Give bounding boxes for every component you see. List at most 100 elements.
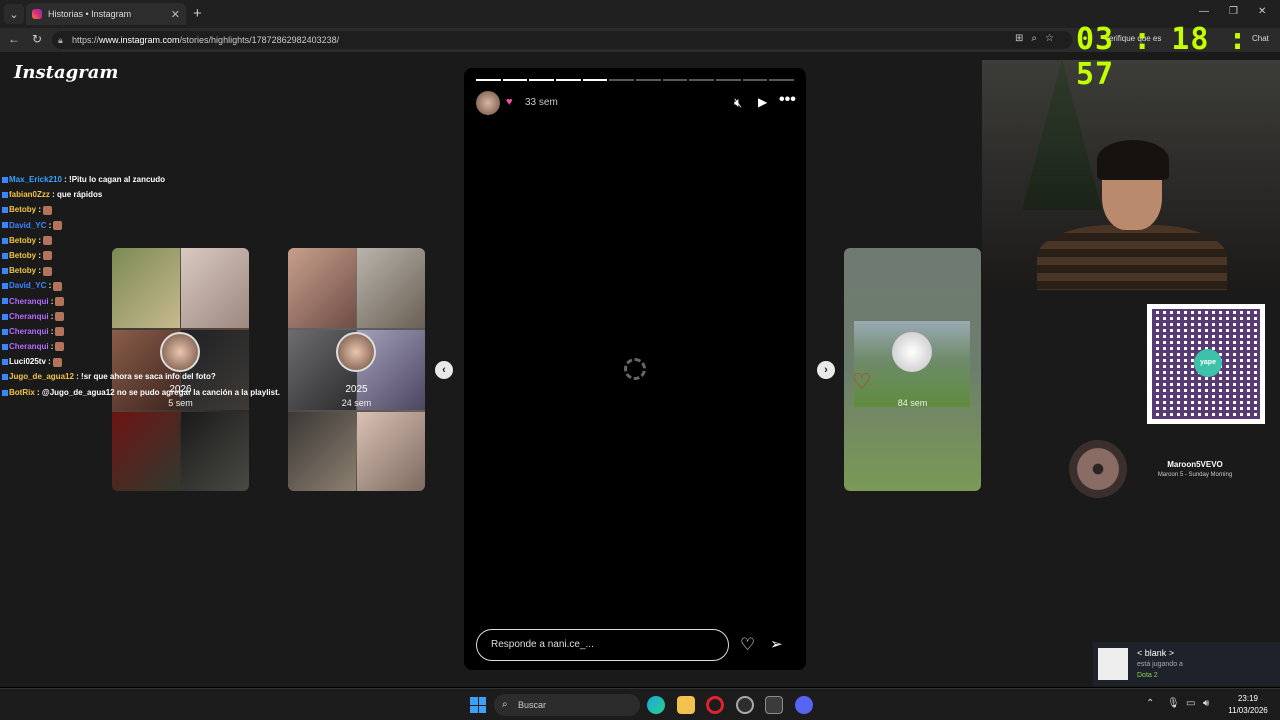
chat-username: Cheranqui xyxy=(9,326,49,336)
back-arrow-icon[interactable]: ← xyxy=(8,32,20,46)
chat-username: Cheranqui xyxy=(9,296,49,306)
chat-message: Betoby : xyxy=(2,263,302,278)
minimize-icon[interactable]: — xyxy=(1199,6,1209,17)
chat-badge-icon xyxy=(2,328,8,335)
chat-message: Betoby : xyxy=(2,233,302,248)
instagram-logo[interactable]: Instagram xyxy=(14,62,118,83)
opera-icon[interactable] xyxy=(706,696,724,714)
chat-badge-icon xyxy=(2,237,8,244)
tab-actions-chevron-icon[interactable]: ⌄ xyxy=(4,4,24,24)
close-window-icon[interactable]: ✕ xyxy=(1258,6,1266,17)
search-icon: ⌕ xyxy=(502,699,508,710)
chat-message: Cheranqui : xyxy=(2,339,302,354)
chat-username: Betoby xyxy=(9,250,37,260)
address-bar-action-icons[interactable]: ⊞⌕☆ xyxy=(1015,33,1062,44)
reload-icon[interactable]: ↻ xyxy=(32,32,42,46)
muted-speaker-icon[interactable]: 🔇︎ xyxy=(734,95,742,111)
chat-badge-icon xyxy=(2,343,8,350)
taskbar-clock[interactable]: 23:19 11/03/2026 xyxy=(1222,693,1274,717)
story-viewer[interactable]: ♥ 33 sem 🔇︎ ▶ ••• Responde a nani.ce_...… xyxy=(464,68,806,670)
chat-text: : xyxy=(48,326,54,336)
music-artist: Maroon5VEVO xyxy=(1167,460,1223,469)
yape-logo: yape xyxy=(1194,349,1222,377)
maximize-icon[interactable]: ❐ xyxy=(1229,6,1238,17)
story-progress-segment xyxy=(556,79,581,81)
story-progress-segment xyxy=(742,79,768,81)
story-progress-segment xyxy=(529,79,555,81)
collage-photo xyxy=(357,248,425,328)
more-options-icon[interactable]: ••• xyxy=(779,91,796,109)
stream-timer: 03 : 18 : 57 xyxy=(1076,22,1248,92)
discord-icon[interactable] xyxy=(795,696,813,714)
obs-icon[interactable] xyxy=(736,696,754,714)
chat-emote-icon xyxy=(53,281,63,291)
chat-message: Cheranqui : xyxy=(2,309,302,324)
lock-icon: 🔒︎ xyxy=(58,35,63,45)
microphone-icon[interactable]: 🎙︎ xyxy=(1167,698,1180,709)
url-field[interactable]: 🔒︎ https://www.instagram.com/stories/hig… xyxy=(52,31,1072,49)
search-placeholder: Buscar xyxy=(518,700,547,710)
music-song: Maroon 5 - Sunday Morning xyxy=(1157,472,1233,478)
collage-photo xyxy=(181,412,249,491)
clock-date: 11/03/2026 xyxy=(1228,706,1268,715)
like-heart-icon[interactable]: ♡ xyxy=(740,635,755,655)
chat-badge-icon xyxy=(2,313,8,320)
story-progress-segment xyxy=(502,79,528,81)
chat-badge-icon xyxy=(2,374,8,381)
previous-story-button[interactable]: ‹ xyxy=(435,361,453,379)
volume-icon[interactable]: 🔊︎ xyxy=(1203,698,1209,709)
highlight-age: 84 sem xyxy=(897,398,928,408)
new-tab-plus-icon[interactable]: + xyxy=(193,5,202,22)
chat-text: : xyxy=(48,311,54,321)
streamer-hair xyxy=(1097,140,1169,180)
url-path: /stories/highlights/17872862982403238/ xyxy=(179,35,340,45)
windows-start-icon[interactable] xyxy=(470,697,486,713)
tab-instagram-stories[interactable]: Historias • Instagram ✕ xyxy=(26,3,186,25)
url-host: www.instagram.com xyxy=(99,35,180,45)
chat-emote-icon xyxy=(55,312,65,322)
url-prefix: https:// xyxy=(72,35,100,45)
chat-emote-icon xyxy=(55,327,65,337)
chat-text: : !Pitu lo cagan al zancudo xyxy=(61,175,166,184)
chat-badge-icon xyxy=(2,283,8,290)
story-author-avatar[interactable] xyxy=(476,91,500,115)
chat-message: Cheranqui : xyxy=(2,294,302,309)
chat-text: : xyxy=(46,220,52,230)
clock-time: 23:19 xyxy=(1237,694,1259,703)
story-progress-segment xyxy=(769,79,795,81)
story-progress-segment xyxy=(636,79,661,81)
stream-chat-overlay: Max_Erick210 : !Pitu lo cagan al zancudo… xyxy=(2,172,302,400)
chat-badge-icon xyxy=(2,389,8,396)
yape-qr-code: yape xyxy=(1147,304,1265,424)
story-progress-segment xyxy=(609,79,635,81)
chat-username: David_YC xyxy=(9,220,47,230)
chat-message: David_YC : xyxy=(2,218,302,233)
chat-message: Cheranqui : xyxy=(2,324,302,339)
send-icon[interactable]: ➢ xyxy=(770,635,783,653)
next-story-button[interactable]: › xyxy=(817,361,835,379)
story-timestamp: 33 sem xyxy=(525,97,558,108)
chat-text: : xyxy=(48,342,54,352)
chat-emote-icon xyxy=(53,220,63,230)
edge-browser-icon[interactable] xyxy=(647,696,665,714)
close-tab-icon[interactable]: ✕ xyxy=(171,8,180,21)
close-friends-heart-icon: ♥ xyxy=(506,96,513,108)
taskbar-search-input[interactable]: ⌕ Buscar xyxy=(494,694,640,716)
tab-title: Historias • Instagram xyxy=(48,9,132,19)
loading-spinner-icon xyxy=(624,358,646,380)
tray-chevron-up-icon[interactable]: ⌃ xyxy=(1146,698,1154,709)
chat-badge-icon xyxy=(2,192,8,199)
highlight-card-next[interactable]: ♡ 84 sem xyxy=(844,248,981,491)
friend-name: < blank > xyxy=(1137,648,1175,658)
network-icon[interactable]: ▭ xyxy=(1186,698,1195,709)
file-explorer-icon[interactable] xyxy=(677,696,695,714)
chat-text: : xyxy=(45,357,51,367)
chat-text: : xyxy=(36,266,42,276)
highlight-card-2025[interactable]: 2025 24 sem xyxy=(288,248,425,491)
friend-status: está jugando a xyxy=(1137,661,1183,668)
chat-badge-icon xyxy=(2,207,8,214)
chat-emote-icon xyxy=(43,205,53,215)
play-icon[interactable]: ▶ xyxy=(758,95,767,109)
app-window-icon[interactable] xyxy=(765,696,783,714)
reply-input[interactable]: Responde a nani.ce_... xyxy=(476,629,729,661)
